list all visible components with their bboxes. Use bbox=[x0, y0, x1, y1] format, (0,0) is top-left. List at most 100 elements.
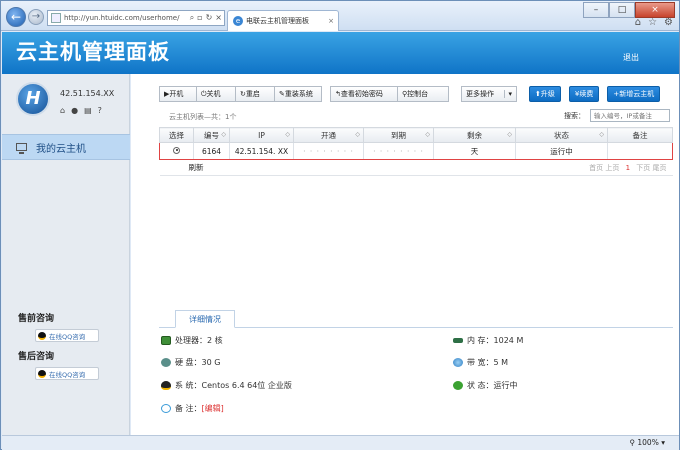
page-prev[interactable]: 上页 bbox=[605, 164, 619, 172]
search-label: 搜索： bbox=[564, 112, 585, 120]
page-last[interactable]: 尾页 bbox=[653, 164, 667, 172]
presales-qq-button[interactable]: 在线QQ咨询 bbox=[35, 329, 99, 342]
table-footer: 刷新 首页 上页 1 下页 尾页 bbox=[159, 159, 673, 176]
shutdown-button[interactable]: ⏻ 关机 bbox=[196, 86, 236, 102]
host-table: 选择 编号 ◇ IP ◇ 开通 ◇ 到期 ◇ 剩余 ◇ 状态 ◇ 备注 6164 42.51… bbox=[159, 127, 673, 176]
detail-cpu: 处理器：2 核 bbox=[161, 335, 223, 346]
col-id[interactable]: 编号 ◇ bbox=[193, 127, 230, 143]
ie-icon: e bbox=[233, 16, 243, 26]
address-text: http://yun.htuidc.com/userhome/ bbox=[64, 14, 180, 22]
user-icon[interactable]: ● bbox=[71, 106, 78, 115]
col-select[interactable]: 选择 bbox=[159, 127, 194, 143]
cell-remaining: 天 bbox=[433, 142, 516, 160]
host-count: 云主机列表—共：1个 bbox=[169, 113, 237, 121]
more-actions-dropdown[interactable]: 更多操作 ▾ bbox=[461, 86, 517, 102]
col-status-label: 状态 bbox=[554, 130, 569, 140]
status-icon bbox=[453, 381, 463, 390]
maximize-button[interactable]: □ bbox=[609, 2, 635, 18]
home-icon[interactable]: ⌂ bbox=[635, 17, 641, 28]
reinstall-button[interactable]: ✎ 重装系统 bbox=[274, 86, 322, 102]
detail-status: 状 态：运行中 bbox=[453, 380, 518, 391]
detail-bandwidth-text: 带 宽：5 M bbox=[467, 358, 509, 367]
sort-icon: ◇ bbox=[599, 131, 604, 138]
detail-os: 系 统：Centos 6.4 64位 企业版 bbox=[161, 380, 292, 391]
shutdown-label: 关机 bbox=[206, 90, 221, 98]
sort-icon: ◇ bbox=[507, 131, 512, 138]
gear-icon[interactable]: ⚙ bbox=[664, 17, 673, 28]
table-row[interactable]: 6164 42.51.154. XX · · · · · · · · · · ·… bbox=[159, 142, 673, 160]
search-input[interactable] bbox=[590, 109, 670, 122]
avatar: H bbox=[16, 82, 50, 116]
tab-close-icon[interactable]: × bbox=[328, 17, 334, 25]
close-window-button[interactable]: × bbox=[635, 2, 675, 18]
toolbar: ▶开机 ⏻ 关机 ↻ 重启 ✎ 重装系统 ↰ 查看初始密码 ⚲ 控制台 更多操作 ▾ ⬆ 升级… bbox=[159, 86, 661, 102]
address-bar[interactable]: http://yun.htuidc.com/userhome/ ⌕ ▫ ↻ × bbox=[47, 10, 225, 26]
browser-statusbar: ⚲ 100% ▾ bbox=[2, 435, 679, 450]
col-ip[interactable]: IP ◇ bbox=[229, 127, 294, 143]
stop-icon[interactable]: × bbox=[215, 13, 222, 23]
sidebar-item-my-hosts[interactable]: 我的云主机 bbox=[2, 134, 130, 160]
more-actions-label: 更多操作 bbox=[466, 90, 494, 98]
aftersales-qq-button[interactable]: 在线QQ咨询 bbox=[35, 367, 99, 380]
col-remaining[interactable]: 剩余 ◇ bbox=[433, 127, 516, 143]
cell-note bbox=[607, 142, 673, 160]
new-host-label: 新增云主机 bbox=[619, 90, 655, 98]
sort-icon: ◇ bbox=[355, 131, 360, 138]
cell-opened: · · · · · · · · bbox=[293, 142, 364, 160]
col-id-label: 编号 bbox=[204, 130, 219, 140]
restart-button[interactable]: ↻ 重启 bbox=[235, 86, 275, 102]
col-note[interactable]: 备注 bbox=[607, 127, 673, 143]
browser-window: ← → http://yun.htuidc.com/userhome/ ⌕ ▫ … bbox=[0, 0, 680, 450]
col-status[interactable]: 状态 ◇ bbox=[515, 127, 608, 143]
refresh-link[interactable]: 刷新 bbox=[159, 159, 294, 176]
cell-ip: 42.51.154. XX bbox=[229, 142, 294, 160]
help-icon[interactable]: ? bbox=[98, 106, 102, 115]
list-icon[interactable]: ▤ bbox=[84, 106, 92, 115]
start-button[interactable]: ▶开机 bbox=[159, 86, 197, 102]
edit-note-link[interactable]: [编辑] bbox=[202, 403, 224, 414]
console-button[interactable]: ⚲ 控制台 bbox=[397, 86, 449, 102]
favorites-icon[interactable]: ☆ bbox=[648, 17, 657, 28]
presales-title: 售前咨询 bbox=[18, 314, 55, 324]
col-opened-label: 开通 bbox=[321, 130, 336, 140]
home-icon[interactable]: ⌂ bbox=[60, 106, 65, 115]
radio-button[interactable] bbox=[173, 146, 180, 154]
page-current: 1 bbox=[625, 163, 631, 172]
linux-icon bbox=[161, 381, 171, 390]
page-next[interactable]: 下页 bbox=[636, 164, 650, 172]
detail-os-text: 系 统：Centos 6.4 64位 企业版 bbox=[175, 381, 292, 390]
renew-button[interactable]: ¥ 续费 bbox=[568, 86, 600, 102]
app-header: 云主机管理面板 退出 bbox=[2, 32, 679, 74]
sort-icon: ◇ bbox=[285, 131, 290, 138]
row-select[interactable] bbox=[159, 142, 194, 160]
zoom-control[interactable]: ⚲ 100% ▾ bbox=[630, 438, 666, 447]
pagination: 首页 上页 1 下页 尾页 bbox=[293, 159, 673, 176]
zoom-level: 100% bbox=[637, 438, 659, 447]
col-expires[interactable]: 到期 ◇ bbox=[363, 127, 434, 143]
page-icon bbox=[51, 13, 61, 23]
detail-memory-text: 内 存：1024 M bbox=[467, 336, 524, 345]
detail-note-label: 备 注： bbox=[175, 404, 202, 413]
new-host-button[interactable]: + 新增云主机 bbox=[607, 86, 661, 102]
app-logo: 云主机管理面板 bbox=[16, 40, 170, 64]
detail-memory: 内 存：1024 M bbox=[453, 335, 523, 346]
search-icon[interactable]: ⌕ bbox=[190, 13, 194, 23]
view-password-button[interactable]: ↰ 查看初始密码 bbox=[330, 86, 398, 102]
minimize-button[interactable]: – bbox=[583, 2, 609, 18]
qq-icon bbox=[38, 369, 46, 378]
view-password-label: 查看初始密码 bbox=[340, 90, 383, 98]
compat-icon[interactable]: ▫ bbox=[197, 13, 202, 23]
upgrade-button[interactable]: ⬆ 升级 bbox=[529, 86, 561, 102]
tab-title: 电联云主机管理面板 bbox=[246, 17, 309, 25]
logout-link[interactable]: 退出 bbox=[623, 52, 639, 63]
aftersales-title: 售后咨询 bbox=[18, 352, 55, 362]
back-icon[interactable]: ← bbox=[6, 7, 26, 27]
page-first[interactable]: 首页 bbox=[589, 164, 603, 172]
forward-icon[interactable]: → bbox=[28, 9, 44, 25]
tab-details[interactable]: 详细情况 bbox=[175, 310, 235, 328]
browser-tab[interactable]: e 电联云主机管理面板 × bbox=[227, 10, 339, 31]
refresh-icon[interactable]: ↻ bbox=[206, 13, 213, 23]
detail-status-text: 状 态：运行中 bbox=[467, 381, 518, 390]
window-controls: – □ × bbox=[583, 2, 675, 18]
col-opened[interactable]: 开通 ◇ bbox=[293, 127, 364, 143]
